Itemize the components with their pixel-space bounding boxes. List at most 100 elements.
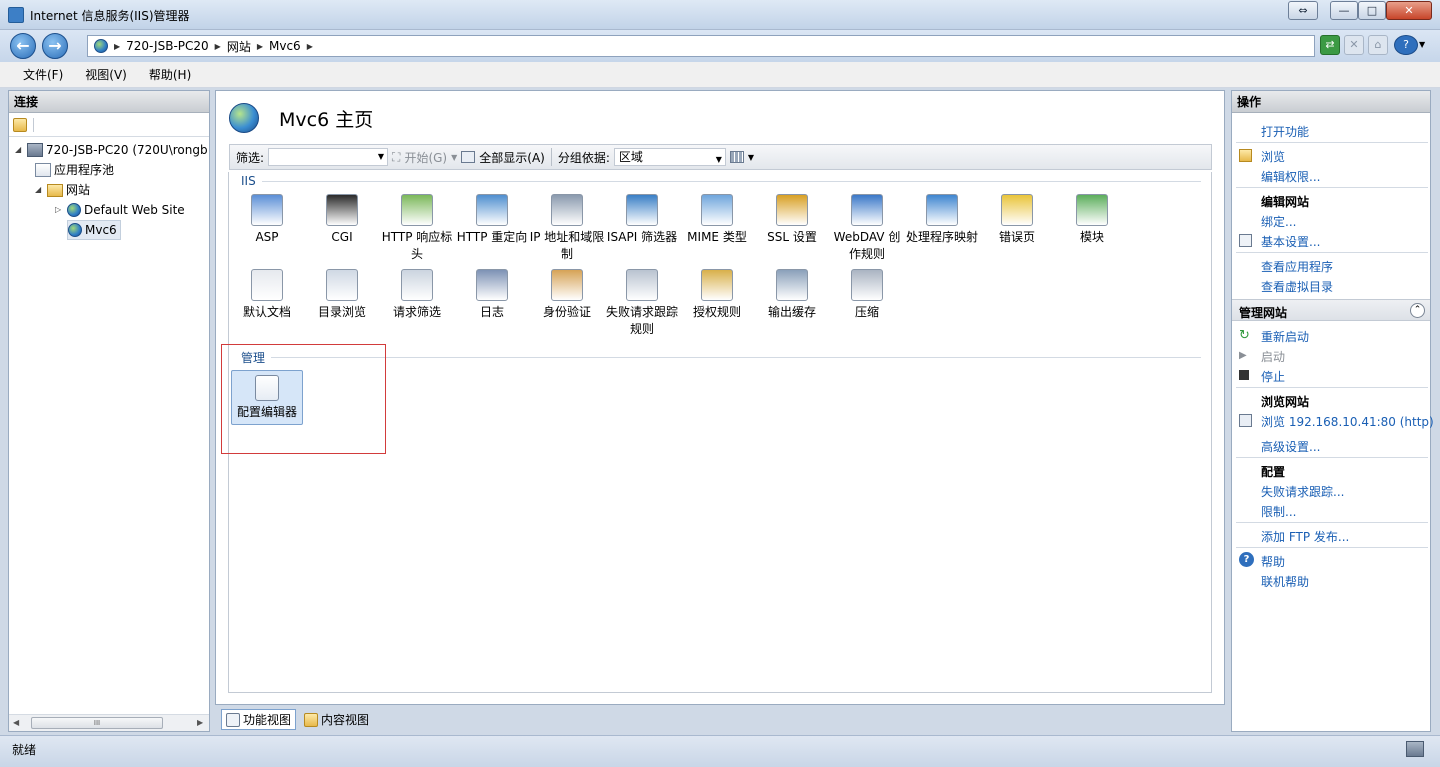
tree-item-label: 网站 [66, 183, 91, 197]
tree-item-label: 应用程序池 [54, 163, 115, 177]
feature-asp[interactable]: ASP [229, 194, 305, 246]
handler-mappings-icon [926, 194, 958, 226]
stop-link[interactable]: 停止 [1261, 368, 1285, 385]
feature-http-redirect[interactable]: HTTP 重定向 [454, 194, 530, 246]
show-all-button[interactable]: 全部显示(A) [479, 149, 545, 166]
feature-isapi-filter[interactable]: ISAPI 筛选器 [604, 194, 680, 246]
chevron-down-icon[interactable]: ▼ [378, 152, 384, 161]
tab-features-view[interactable]: 功能视图 [221, 709, 297, 730]
scroll-right-icon[interactable]: ▶ [197, 718, 203, 727]
group-by-select[interactable]: 区域 ▼ [613, 148, 726, 168]
scrollbar-thumb[interactable]: III [31, 717, 163, 729]
restore-icon[interactable]: ⇔ [1288, 1, 1318, 20]
help-icon: ? [1239, 552, 1254, 567]
server-icon [27, 143, 43, 157]
connections-header: 连接 [9, 91, 209, 113]
tree-item-server[interactable]: ◢ 720-JSB-PC20 (720U\rongb [15, 140, 208, 160]
feature-webdav[interactable]: WebDAV 创作规则 [829, 194, 905, 263]
breadcrumb-separator-icon[interactable]: ▶ [257, 42, 263, 51]
tree-item-default-web-site[interactable]: ▷ Default Web Site [55, 200, 185, 220]
chevron-down-icon[interactable]: ▼ [451, 153, 457, 162]
breadcrumb-separator-icon[interactable]: ▶ [307, 42, 313, 51]
address-bar[interactable]: ▶ 720-JSB-PC20 ▶ 网站 ▶ Mvc6 ▶ [87, 35, 1315, 57]
back-button[interactable]: ← [10, 33, 36, 59]
browse-url-link[interactable]: 浏览 192.168.10.41:80 (http) [1261, 413, 1434, 430]
feature-http-headers[interactable]: HTTP 响应标头 [379, 194, 455, 263]
view-virtual-dirs-link[interactable]: 查看虚拟目录 [1261, 278, 1333, 295]
feature-lock[interactable]: SSL 设置 [754, 194, 830, 246]
failed-request-tracing-link[interactable]: 失败请求跟踪... [1261, 483, 1344, 500]
menu-help[interactable]: 帮助(H) [138, 66, 202, 83]
filter-input[interactable]: ▼ [268, 148, 389, 166]
maximize-button[interactable]: □ [1358, 1, 1386, 20]
start-button[interactable]: 开始(G) [404, 149, 447, 166]
feature-modules[interactable]: 模块 [1054, 194, 1130, 246]
feature-output-cache[interactable]: 输出缓存 [754, 269, 830, 321]
help-icon[interactable]: ? [1394, 35, 1418, 55]
feature-label: 处理程序映射 [905, 230, 978, 244]
add-ftp-link[interactable]: 添加 FTP 发布... [1261, 528, 1349, 545]
network-icon[interactable]: ⇄ [1320, 35, 1340, 55]
breadcrumb-separator-icon[interactable]: ▶ [114, 42, 120, 51]
view-mode-icon[interactable] [729, 151, 744, 163]
connect-icon[interactable] [13, 117, 27, 132]
tree-item-mvc6[interactable]: Mvc6 [67, 220, 121, 240]
feature-request-filtering[interactable]: 请求筛选 [379, 269, 455, 321]
feature-logging[interactable]: 日志 [454, 269, 530, 321]
chevron-down-icon[interactable]: ▼ [716, 152, 722, 168]
close-button[interactable]: ✕ [1386, 1, 1432, 20]
help-link[interactable]: 帮助 [1261, 553, 1285, 570]
configure-header: 配置 [1261, 465, 1286, 479]
feature-authorization[interactable]: 授权规则 [679, 269, 755, 321]
manage-site-section-header[interactable]: 管理网站 ⌃ [1232, 299, 1430, 321]
advanced-settings-link[interactable]: 高级设置... [1261, 438, 1320, 455]
feature-directory-browsing[interactable]: 目录浏览 [304, 269, 380, 321]
tree-item-app-pools[interactable]: 应用程序池 [35, 160, 114, 180]
feature-label: 目录浏览 [317, 305, 366, 319]
expand-arrow-icon[interactable]: ◢ [35, 180, 44, 200]
breadcrumb-separator-icon[interactable]: ▶ [215, 42, 221, 51]
feature-config-editor[interactable]: 配置编辑器 [231, 370, 303, 425]
start-link[interactable]: 启动 [1261, 348, 1285, 365]
minimize-button[interactable]: — [1330, 1, 1358, 20]
scroll-left-icon[interactable]: ◀ [13, 718, 19, 727]
home-icon[interactable]: ⌂ [1368, 35, 1388, 55]
forward-button[interactable]: → [42, 33, 68, 59]
feature-mime[interactable]: MIME 类型 [679, 194, 755, 246]
limits-link[interactable]: 限制... [1261, 503, 1296, 520]
feature-compression[interactable]: 压缩 [829, 269, 905, 321]
breadcrumb-item-sites[interactable]: 网站 [227, 38, 251, 55]
chevron-down-icon[interactable]: ▼ [1419, 40, 1425, 49]
view-applications-link[interactable]: 查看应用程序 [1261, 258, 1333, 275]
menu-file[interactable]: 文件(F) [12, 66, 74, 83]
open-feature-link[interactable]: 打开功能 [1261, 123, 1309, 140]
feature-cgi[interactable]: CGI [304, 194, 380, 246]
feature-label: 日志 [479, 305, 504, 319]
feature-ip-restrictions[interactable]: IP 地址和域限制 [529, 194, 605, 263]
feature-failed-request[interactable]: 失败请求跟踪规则 [604, 269, 680, 338]
expand-arrow-icon[interactable]: ◢ [15, 140, 24, 160]
collapse-arrow-icon[interactable]: ▷ [55, 200, 64, 220]
collapse-icon[interactable]: ⌃ [1410, 303, 1425, 318]
feature-label: 默认文档 [242, 305, 291, 319]
basic-settings-link[interactable]: 基本设置... [1261, 233, 1320, 250]
bindings-link[interactable]: 绑定... [1261, 213, 1296, 230]
edit-permissions-link[interactable]: 编辑权限... [1261, 168, 1320, 185]
breadcrumb-item-server[interactable]: 720-JSB-PC20 [126, 39, 209, 53]
feature-error-pages[interactable]: 错误页 [979, 194, 1055, 246]
menu-view[interactable]: 视图(V) [74, 66, 138, 83]
feature-authentication[interactable]: 身份验证 [529, 269, 605, 321]
feature-handler-mappings[interactable]: 处理程序映射 [904, 194, 980, 246]
breadcrumb-item-mvc6[interactable]: Mvc6 [269, 39, 301, 53]
feature-default-document[interactable]: 默认文档 [229, 269, 305, 321]
browse-link[interactable]: 浏览 [1261, 148, 1285, 165]
tab-content-view[interactable]: 内容视图 [300, 709, 373, 730]
request-filtering-icon [401, 269, 433, 301]
edit-site-header: 编辑网站 [1261, 195, 1310, 209]
stop-icon[interactable]: ✕ [1344, 35, 1364, 55]
online-help-link[interactable]: 联机帮助 [1261, 573, 1309, 590]
horizontal-scrollbar[interactable]: ◀ III ▶ [9, 714, 209, 731]
restart-link[interactable]: 重新启动 [1261, 328, 1309, 345]
tree-item-sites[interactable]: ◢ 网站 [35, 180, 90, 200]
chevron-down-icon[interactable]: ▼ [748, 153, 754, 162]
